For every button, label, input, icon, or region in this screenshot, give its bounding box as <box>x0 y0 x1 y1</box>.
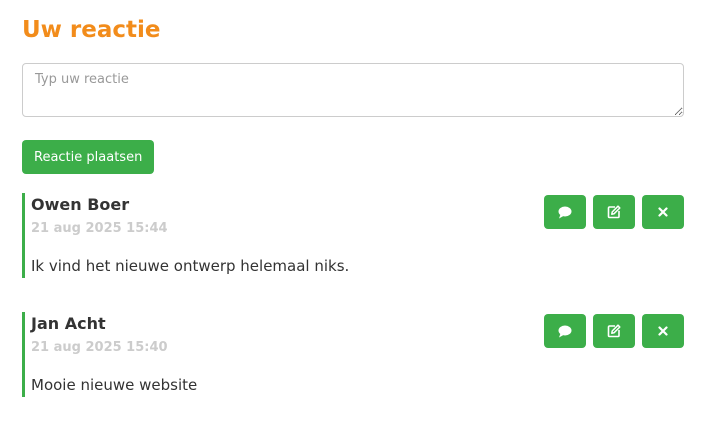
comments-section: Uw reactie Reactie plaatsen Owen Boer 21… <box>0 0 709 422</box>
delete-button[interactable] <box>642 195 684 229</box>
edit-icon <box>607 205 621 219</box>
comment-icon <box>558 206 572 219</box>
reply-button[interactable] <box>544 195 586 229</box>
delete-button[interactable] <box>642 314 684 348</box>
close-icon <box>658 207 668 217</box>
edit-icon <box>607 324 621 338</box>
close-icon <box>658 326 668 336</box>
comment-text: Mooie nieuwe website <box>31 376 198 394</box>
reaction-textarea[interactable] <box>22 63 684 117</box>
comment-item: Owen Boer 21 aug 2025 15:44 Ik vind het … <box>22 193 684 278</box>
comment-item: Jan Acht 21 aug 2025 15:40 Mooie nieuwe … <box>22 312 684 397</box>
comment-author: Jan Acht <box>31 314 106 333</box>
comment-actions <box>544 195 684 229</box>
reply-button[interactable] <box>544 314 586 348</box>
comment-icon <box>558 325 572 338</box>
comment-date: 21 aug 2025 15:44 <box>31 221 168 236</box>
comment-text: Ik vind het nieuwe ontwerp helemaal niks… <box>31 257 350 275</box>
comment-author: Owen Boer <box>31 195 130 214</box>
section-title: Uw reactie <box>22 17 161 43</box>
comment-actions <box>544 314 684 348</box>
edit-button[interactable] <box>593 314 635 348</box>
edit-button[interactable] <box>593 195 635 229</box>
post-reaction-button[interactable]: Reactie plaatsen <box>22 140 155 174</box>
comment-date: 21 aug 2025 15:40 <box>31 340 168 355</box>
